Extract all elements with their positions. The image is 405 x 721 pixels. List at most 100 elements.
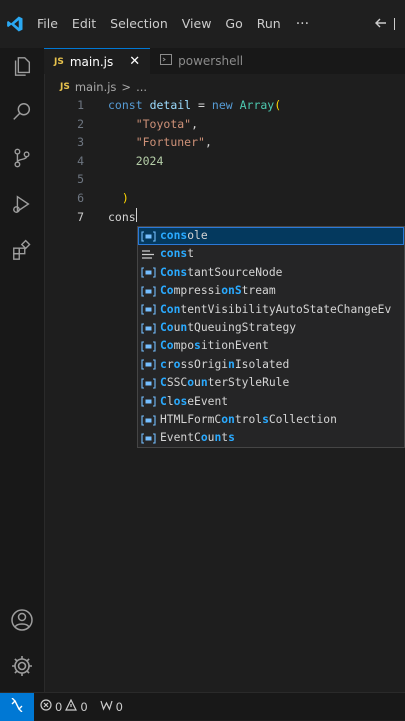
suggestion-item[interactable]: C SSC o u n terStyleRule [138,374,404,392]
suggestion-item[interactable]: Co mpo s itionEvent [138,337,404,355]
code-token: Array [239,98,275,112]
line-number: 1 [77,98,84,112]
tab-label: main.js [69,54,114,69]
nav-back-button[interactable] [374,0,401,48]
suggestion-match: s [262,412,269,426]
suggestion-rest: terStyleRule [207,376,290,390]
code-token: "Fortuner" [135,135,205,150]
suggestion-item[interactable]: Cons tantSourceNode [138,264,404,282]
files-icon[interactable] [8,52,36,80]
suggestion-item[interactable]: Cl o s eEvent [138,393,404,411]
code-token: = [191,98,212,112]
tab-powershell[interactable]: powershell [150,48,253,74]
suggestion-match: o [221,412,229,426]
code-line[interactable]: 3 "Fortuner", [44,133,212,151]
line-number: 3 [77,135,84,150]
suggestion-rest: mpressi [173,284,222,298]
js-file-icon: JS [54,56,64,67]
code-line[interactable]: 6 ) [44,189,129,207]
vscode-logo-icon [0,0,30,48]
suggestion-item[interactable]: Con tentVisibilityAutoStateChangeEv [138,301,404,319]
variable-icon [141,414,156,426]
breadcrumb-symbol[interactable]: ... [136,80,147,94]
suggestion-match: c [160,357,167,371]
line-number: 2 [77,116,84,131]
code-line[interactable]: 7 cons [44,207,137,226]
menu-file[interactable]: File [30,0,65,48]
suggestion-rest: u [173,320,181,334]
extensions-icon[interactable] [8,236,36,264]
remote-indicator-button[interactable] [0,692,34,721]
suggestion-item[interactable]: Co u n tQueuingStrategy [138,319,404,337]
suggestion-rest: Isolated [234,357,290,371]
variable-icon [141,377,156,389]
suggestion-item[interactable]: Co mpressi onS tream [138,282,404,300]
error-count: 0 [55,699,63,714]
more-menu-button[interactable]: ··· [288,16,317,32]
nav-more-icon [394,18,401,30]
suggestion-match: n [228,357,235,371]
menu-edit[interactable]: Edit [65,0,103,48]
suggestion-item[interactable]: cons t [138,245,404,263]
error-icon [40,699,52,714]
tab-main-js[interactable]: JS main.js ✕ [44,48,151,74]
code-line[interactable]: 5 [44,170,108,188]
suggestion-rest: tQueuingStrategy [187,320,297,334]
suggestion-rest: l [166,394,174,408]
ports-indicator[interactable]: 0 [100,699,123,714]
close-icon[interactable]: ✕ [129,54,140,69]
suggestion-match: Co [160,284,174,298]
suggestion-item[interactable]: c r o ssOrigi n Isolated [138,356,404,374]
account-icon[interactable] [8,606,36,634]
breadcrumb-separator: > [121,80,132,94]
code-token: "Toyota" [135,116,192,131]
suggestion-match: o [187,376,195,390]
suggestion-rest: EventC [160,431,201,445]
suggestion-match: Cons [160,265,188,279]
menu-run[interactable]: Run [250,0,288,48]
suggestion-rest: ole [187,229,208,242]
variable-icon [141,230,156,242]
broadcast-icon [100,699,113,714]
code-token: detail [149,98,192,112]
problems-indicator[interactable]: 0 0 [40,698,88,714]
autocomplete-suggestions: cons ole cons t Cons tantSourceNode Co mpressi o… [137,226,405,448]
code-line[interactable]: 2 "Toyota", [44,115,198,133]
keyword-icon [141,249,156,261]
suggestion-match: n [228,412,235,426]
suggestion-rest: tentVisibilityAutoStateChangeEv [180,302,392,316]
code-token: ( [274,98,282,112]
source-control-icon[interactable] [8,144,36,172]
text-cursor [135,207,137,222]
search-icon[interactable] [8,98,36,126]
js-file-icon: JS [60,82,70,92]
suggestion-rest: t [221,431,229,445]
suggestion-rest: tream [241,284,276,298]
code-line[interactable]: 4 2024 [44,152,163,170]
suggestion-item[interactable]: EventC o u n t s [138,429,404,447]
remote-icon [10,697,24,715]
suggestion-match: C [160,376,167,390]
code-line[interactable]: 1 const detail = new Array( [44,96,281,114]
gear-icon[interactable] [8,652,36,680]
menu-selection[interactable]: Selection [103,0,175,48]
code-token: cons [108,209,136,224]
variable-icon [141,285,156,297]
menu-items: File Edit Selection View Go Run [30,0,288,48]
suggestion-item[interactable]: HTMLFormC o n trol s Collection [138,411,404,429]
breadcrumb-file[interactable]: main.js [75,80,117,94]
suggestion-rest: ssOrigi [180,357,229,371]
menu-view[interactable]: View [175,0,219,48]
suggestion-match: onS [221,284,242,298]
menu-go[interactable]: Go [218,0,249,48]
suggestion-match: cons [160,229,188,242]
suggestion-item[interactable]: cons ole [138,227,404,246]
code-token: new [211,98,233,112]
suggestion-match: s [180,394,188,408]
run-debug-icon[interactable] [8,190,36,218]
line-number: 5 [77,172,84,187]
code-token: ) [121,191,129,205]
